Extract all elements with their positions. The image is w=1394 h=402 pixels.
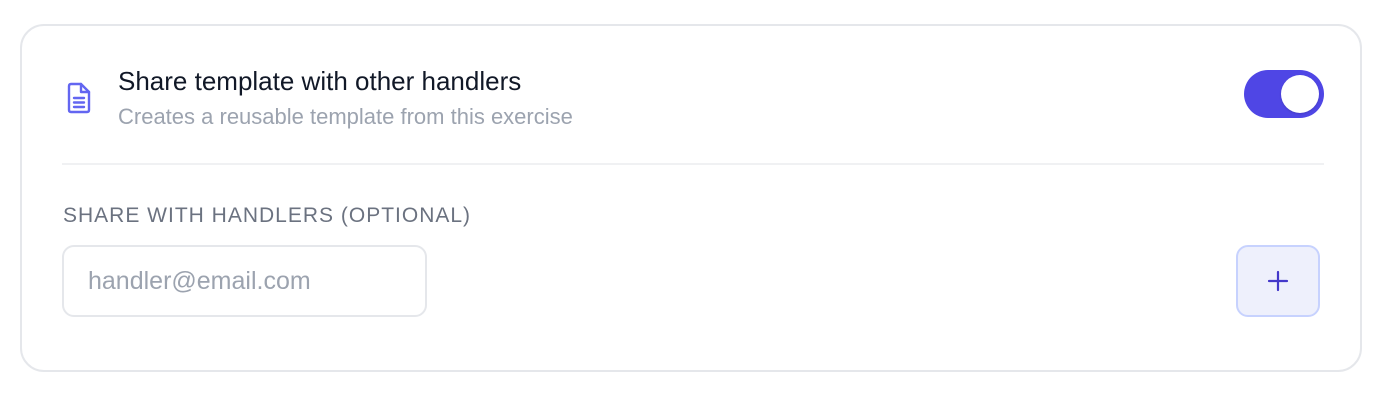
plus-icon <box>1267 270 1289 292</box>
share-template-row: Share template with other handlers Creat… <box>62 62 1324 134</box>
share-template-toggle[interactable] <box>1244 70 1324 118</box>
share-template-title: Share template with other handlers <box>118 66 522 96</box>
share-template-card: Share template with other handlers Creat… <box>20 24 1362 372</box>
share-template-description: Creates a reusable template from this ex… <box>118 104 573 129</box>
handler-email-input[interactable] <box>62 245 427 317</box>
add-handler-button[interactable] <box>1236 245 1320 317</box>
divider <box>62 163 1324 165</box>
share-with-handlers-label: SHARE WITH HANDLERS (OPTIONAL) <box>63 204 472 227</box>
toggle-knob <box>1281 75 1319 113</box>
document-icon <box>66 82 92 114</box>
